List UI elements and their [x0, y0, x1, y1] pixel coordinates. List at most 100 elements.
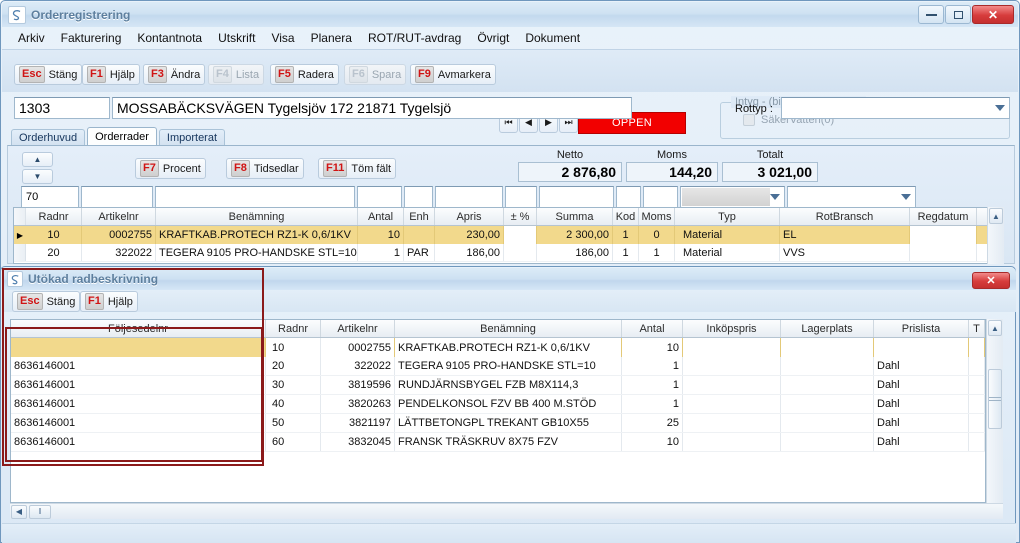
- stang-button[interactable]: Esc Stäng: [14, 64, 83, 85]
- tab-orderhuvud[interactable]: Orderhuvud: [11, 129, 86, 146]
- dialog-stang-button[interactable]: Esc Stäng: [12, 291, 81, 312]
- close-button[interactable]: ✕: [972, 5, 1014, 24]
- menu-item-rot-rut-avdrag[interactable]: ROT/RUT-avdrag: [360, 29, 469, 47]
- filter-summa-input[interactable]: [539, 186, 614, 208]
- cell-antal: 1: [622, 376, 683, 394]
- avmarkera-button[interactable]: F9 Avmarkera: [410, 64, 496, 85]
- column-header-apris[interactable]: Apris: [435, 208, 504, 225]
- menu-item-ovrigt[interactable]: Övrigt: [469, 29, 517, 47]
- column-header-inkopspris[interactable]: Inköpspris: [683, 320, 781, 337]
- column-header-rotbransch[interactable]: RotBransch: [780, 208, 910, 225]
- menu-item-dokument[interactable]: Dokument: [517, 29, 588, 47]
- column-header-radnr[interactable]: Radnr: [26, 208, 82, 225]
- radera-button[interactable]: F5 Radera: [270, 64, 339, 85]
- moms-value: 144,20: [626, 162, 718, 182]
- column-header-moms[interactable]: Moms: [639, 208, 675, 225]
- dialog-close-button[interactable]: ✕: [972, 272, 1010, 289]
- cell-typ: Material: [675, 226, 780, 244]
- hjalp-button[interactable]: F1 Hjälp: [82, 64, 140, 85]
- move-row-down-button[interactable]: ▼: [22, 169, 53, 184]
- column-header-regdatum[interactable]: Regdatum: [910, 208, 977, 225]
- table-row[interactable]: ▶ 10 0002755 KRAFTKAB.PROTECH RZ1-K 0,6/…: [14, 226, 1002, 244]
- scrollbar-thumb[interactable]: [988, 369, 1002, 429]
- column-header-typ[interactable]: Typ: [675, 208, 780, 225]
- column-header-foljesedelnr[interactable]: Följesedelnr: [11, 320, 266, 337]
- filter-kod-input[interactable]: [616, 186, 641, 208]
- filter-moms-input[interactable]: [643, 186, 678, 208]
- column-header-benamning[interactable]: Benämning: [395, 320, 622, 337]
- dialog-hjalp-button[interactable]: F1 Hjälp: [80, 291, 138, 312]
- menu-item-kontantnota[interactable]: Kontantnota: [129, 29, 210, 47]
- tidsedlar-button[interactable]: F8 Tidsedlar: [226, 158, 304, 179]
- column-header-antal[interactable]: Antal: [622, 320, 683, 337]
- cell-typ: Material: [675, 244, 780, 261]
- list-item[interactable]: 8636146001 30 3819596 RUNDJÄRNSBYGEL FZB…: [11, 376, 985, 395]
- column-header-benamning[interactable]: Benämning: [156, 208, 358, 225]
- filter-artikelnr-input[interactable]: [81, 186, 153, 208]
- column-header-prislista[interactable]: Prislista: [874, 320, 969, 337]
- cell-lagerplats: [781, 376, 874, 394]
- cell-inkopspris: [683, 414, 781, 432]
- window-controls: ✕: [917, 5, 1014, 24]
- cell-prislista: [874, 338, 969, 357]
- row-order-spinner[interactable]: ▲ ▼: [22, 152, 53, 184]
- order-address-field[interactable]: MOSSABÄCKSVÄGEN Tygelsjöv 172 21871 Tyge…: [112, 97, 632, 119]
- cell-foljesedelnr: 8636146001: [11, 433, 266, 451]
- filter-typ-select[interactable]: [680, 186, 785, 208]
- tab-importerat[interactable]: Importerat: [158, 129, 226, 146]
- andra-button[interactable]: F3 Ändra: [143, 64, 206, 85]
- dialog-grid-header-row: Följesedelnr Radnr Artikelnr Benämning A…: [11, 320, 985, 338]
- cell-benamning: LÄTTBETONGPL TREKANT GB10X55: [395, 414, 622, 432]
- tab-orderrader[interactable]: Orderrader: [87, 127, 157, 146]
- list-item[interactable]: 8636146001 20 322022 TEGERA 9105 PRO-HAN…: [11, 357, 985, 376]
- column-header-antal[interactable]: Antal: [358, 208, 404, 225]
- filter-enh-input[interactable]: [404, 186, 433, 208]
- minimize-button[interactable]: [918, 5, 944, 24]
- filter-benamning-input[interactable]: [155, 186, 355, 208]
- scroll-up-button[interactable]: ▲: [988, 320, 1002, 336]
- column-header-procent[interactable]: ± %: [504, 208, 537, 225]
- maximize-button[interactable]: [945, 5, 971, 24]
- order-number-field[interactable]: 1303: [14, 97, 110, 119]
- column-header-summa[interactable]: Summa: [537, 208, 613, 225]
- order-grid-scrollbar-vertical[interactable]: ▲: [987, 207, 1004, 264]
- scroll-up-button[interactable]: ▲: [989, 208, 1003, 224]
- scroll-left-button[interactable]: ◀: [11, 504, 27, 519]
- column-header-enh[interactable]: Enh: [404, 208, 435, 225]
- menu-item-arkiv[interactable]: Arkiv: [10, 29, 53, 47]
- button-label: Hjälp: [109, 68, 135, 81]
- filter-radnr-input[interactable]: 70: [21, 186, 79, 208]
- cell-artikelnr: 3821197: [321, 414, 395, 432]
- list-item[interactable]: 8636146001 40 3820263 PENDELKONSOL FZV B…: [11, 395, 985, 414]
- scrollbar-thumb[interactable]: ‖: [29, 504, 51, 519]
- procent-button[interactable]: F7 Procent: [135, 158, 206, 179]
- filter-apris-input[interactable]: [435, 186, 503, 208]
- column-header-kod[interactable]: Kod: [613, 208, 639, 225]
- netto-label: Netto: [556, 149, 584, 161]
- menu-item-visa[interactable]: Visa: [263, 29, 302, 47]
- column-header-t[interactable]: T: [969, 320, 985, 337]
- dialog-scrollbar-horizontal[interactable]: ◀ ‖: [10, 503, 1003, 519]
- filter-procent-input[interactable]: [505, 186, 537, 208]
- menu-item-planera[interactable]: Planera: [303, 29, 360, 47]
- column-header-artikelnr[interactable]: Artikelnr: [82, 208, 156, 225]
- cell-foljesedelnr: 8636146001: [11, 395, 266, 413]
- cell-benamning: RUNDJÄRNSBYGEL FZB M8X114,3: [395, 376, 622, 394]
- move-row-up-button[interactable]: ▲: [22, 152, 53, 167]
- filter-rotbransch-select[interactable]: [787, 186, 916, 208]
- rottyp-select[interactable]: [781, 97, 1010, 119]
- dialog-scrollbar-vertical[interactable]: ▲: [986, 319, 1003, 503]
- list-item[interactable]: 10 0002755 KRAFTKAB.PROTECH RZ1-K 0,6/1K…: [11, 338, 985, 357]
- menu-item-utskrift[interactable]: Utskrift: [210, 29, 263, 47]
- tom-falt-button[interactable]: F11 Töm fält: [318, 158, 397, 179]
- list-item[interactable]: 8636146001 50 3821197 LÄTTBETONGPL TREKA…: [11, 414, 985, 433]
- menu-item-fakturering[interactable]: Fakturering: [53, 29, 130, 47]
- cell-kod: 1: [613, 244, 639, 261]
- list-item[interactable]: 8636146001 60 3832045 FRANSK TRÄSKRUV 8X…: [11, 433, 985, 452]
- column-header-lagerplats[interactable]: Lagerplats: [781, 320, 874, 337]
- table-row[interactable]: 20 322022 TEGERA 9105 PRO-HANDSKE STL=10…: [14, 244, 1002, 262]
- column-header-artikelnr[interactable]: Artikelnr: [321, 320, 395, 337]
- button-label: Stäng: [46, 295, 76, 308]
- column-header-radnr[interactable]: Radnr: [266, 320, 321, 337]
- filter-antal-input[interactable]: [357, 186, 402, 208]
